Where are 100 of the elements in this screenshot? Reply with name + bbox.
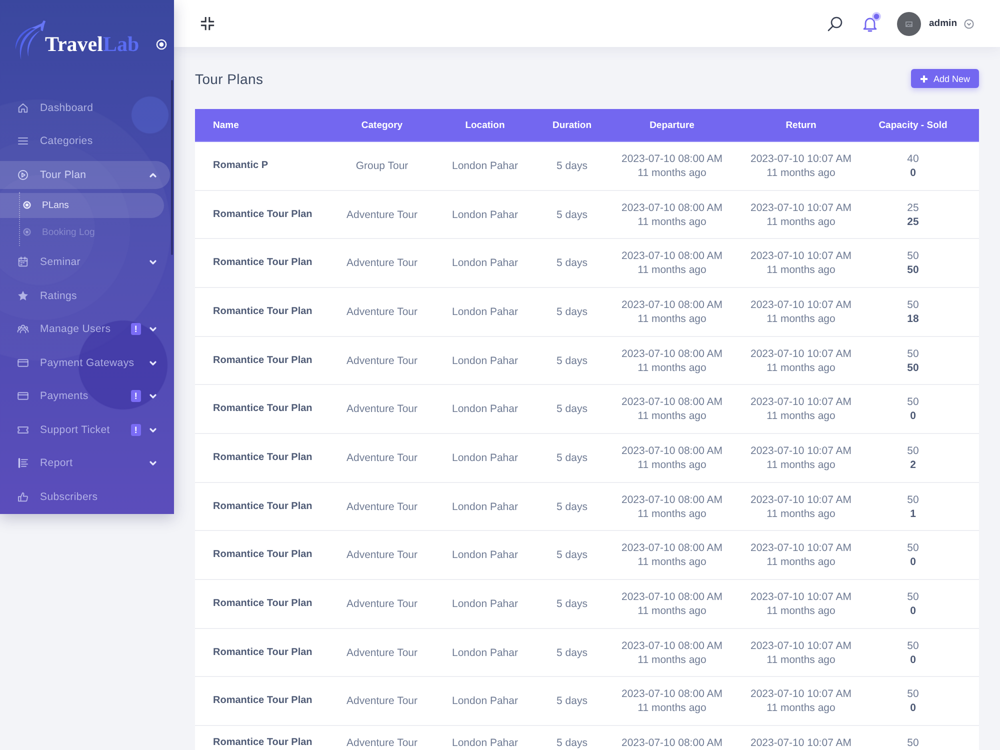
column-header[interactable]: Duration bbox=[537, 120, 607, 130]
plus-icon bbox=[920, 74, 928, 82]
column-header[interactable]: Departure bbox=[607, 120, 737, 130]
table-cell: Romantice Tour Plan bbox=[213, 256, 312, 270]
search-icon[interactable] bbox=[827, 16, 844, 32]
table-cell: London Pahar bbox=[452, 548, 518, 562]
ticket-icon bbox=[17, 424, 29, 436]
date-time-text: 2023-07-10 08:00 AM bbox=[622, 541, 722, 556]
table-cell: Romantice Tour Plan bbox=[213, 694, 312, 708]
sidebar-item[interactable]: Ratings bbox=[0, 282, 170, 310]
avatar[interactable] bbox=[897, 12, 922, 36]
sold-value: 0 bbox=[910, 555, 916, 570]
date-time-text: 2023-07-10 10:07 AM bbox=[750, 541, 852, 556]
table-cell: Romantic P bbox=[213, 159, 268, 173]
date-time-text: 2023-07-10 10:07 AM bbox=[750, 298, 852, 312]
date-time-text: 2023-07-10 10:07 AM bbox=[750, 687, 852, 702]
table-cell: Group Tour bbox=[356, 159, 408, 173]
table-cell: London Pahar bbox=[452, 500, 518, 514]
user-name[interactable]: admin bbox=[929, 18, 957, 29]
sold-value: 0 bbox=[910, 652, 916, 667]
column-header[interactable]: Return bbox=[737, 120, 865, 130]
table-cell: London Pahar bbox=[452, 208, 518, 222]
thumbs-up-icon bbox=[17, 490, 29, 503]
table-cell: 5 days bbox=[556, 646, 588, 660]
capacity-value: 50 bbox=[907, 346, 919, 361]
relative-time-text: 11 months ago bbox=[766, 555, 836, 570]
date-time-text: 2023-07-10 08:00 AM bbox=[622, 638, 722, 653]
sidebar-item[interactable]: Report bbox=[0, 449, 170, 478]
calendar-icon bbox=[17, 256, 29, 268]
capacity-value: 50 bbox=[907, 298, 919, 312]
date-time-text: 2023-07-10 10:07 AM bbox=[750, 346, 852, 361]
collapse-icon[interactable] bbox=[200, 16, 215, 31]
date-time-text: 2023-07-10 08:00 AM bbox=[622, 590, 722, 604]
table-cell: Adventure Tour bbox=[346, 500, 418, 514]
sidebar-item[interactable]: Payment Gateways bbox=[0, 348, 170, 377]
capacity-value: 50 bbox=[907, 492, 919, 507]
date-time-text: 2023-07-10 10:07 AM bbox=[750, 590, 852, 604]
sidebar-item[interactable]: Payments ! bbox=[0, 382, 170, 410]
dot-circle-icon[interactable] bbox=[156, 39, 167, 50]
date-time-text: 2023-07-10 08:00 AM bbox=[622, 492, 722, 507]
relative-time-text: 11 months ago bbox=[638, 312, 706, 326]
column-header[interactable]: Name bbox=[195, 120, 331, 130]
column-header[interactable]: Capacity - Sold bbox=[865, 120, 980, 130]
users-icon bbox=[17, 323, 29, 336]
sidebar-item[interactable]: Dashboard bbox=[0, 94, 170, 122]
sold-value: 1 bbox=[910, 506, 916, 521]
table-cell: 5 days bbox=[556, 304, 588, 319]
table-cell: 5 days bbox=[556, 256, 588, 270]
chevron-circle-icon[interactable] bbox=[964, 18, 974, 28]
card-icon bbox=[17, 356, 29, 369]
column-header[interactable]: Category bbox=[331, 120, 433, 130]
add-new-button[interactable]: Add New bbox=[911, 69, 979, 88]
alert-badge: ! bbox=[131, 424, 141, 436]
relative-time-text: 11 months ago bbox=[766, 360, 836, 375]
table-cell: Romantice Tour Plan bbox=[213, 208, 312, 222]
alert-badge: ! bbox=[131, 323, 141, 336]
date-time-text: 2023-07-10 10:07 AM bbox=[750, 638, 852, 653]
scrollbar-thumb[interactable] bbox=[171, 80, 173, 255]
table-cell: Adventure Tour bbox=[346, 402, 418, 416]
relative-time-text: 11 months ago bbox=[638, 263, 706, 278]
sidebar-item[interactable]: Seminar bbox=[0, 248, 170, 276]
relative-time-text: 11 months ago bbox=[638, 409, 706, 424]
column-header[interactable]: Location bbox=[433, 120, 537, 130]
table-cell: London Pahar bbox=[452, 159, 518, 173]
table-cell: 5 days bbox=[556, 402, 588, 416]
dot-circle-icon bbox=[23, 228, 31, 236]
dot-circle-icon bbox=[23, 201, 31, 209]
sold-value: 18 bbox=[907, 312, 919, 326]
relative-time-text: 11 months ago bbox=[638, 652, 706, 667]
sold-value: 25 bbox=[907, 214, 919, 229]
bell-icon[interactable] bbox=[862, 16, 878, 32]
table-cell: 5 days bbox=[556, 159, 588, 173]
card-icon bbox=[17, 390, 29, 402]
list-icon bbox=[17, 457, 29, 470]
date-time-text: 2023-07-10 08:00 AM bbox=[622, 152, 722, 166]
date-time-text: 2023-07-10 10:07 AM bbox=[750, 395, 852, 410]
home-icon bbox=[17, 102, 29, 114]
date-time-text: 2023-07-10 08:00 AM bbox=[622, 249, 722, 264]
submenu-item[interactable]: PLans bbox=[0, 192, 164, 218]
sold-value: 0 bbox=[910, 604, 916, 618]
sold-value: 2 bbox=[910, 458, 916, 472]
table-cell: 5 days bbox=[556, 354, 588, 368]
sidebar-item[interactable]: Manage Users ! bbox=[0, 315, 170, 344]
table-cell: Romantice Tour Plan bbox=[213, 450, 312, 465]
table-cell: Romantice Tour Plan bbox=[213, 548, 312, 562]
capacity-value: 50 bbox=[907, 736, 919, 750]
sidebar-item[interactable]: Subscribers bbox=[0, 482, 170, 511]
relative-time-text: 11 months ago bbox=[766, 214, 836, 229]
relative-time-text: 11 months ago bbox=[766, 312, 836, 326]
relative-time-text: 11 months ago bbox=[638, 214, 706, 229]
sidebar-item[interactable]: Categories bbox=[0, 127, 170, 156]
table-cell: London Pahar bbox=[452, 402, 518, 416]
sidebar-item[interactable]: Support Ticket ! bbox=[0, 416, 170, 444]
sidebar-item[interactable]: Tour Plan bbox=[0, 160, 170, 189]
table-cell: Adventure Tour bbox=[346, 736, 418, 750]
table-cell: 5 days bbox=[556, 736, 588, 750]
play-circle-icon bbox=[17, 168, 29, 181]
table-cell: London Pahar bbox=[452, 596, 518, 611]
table-cell: Adventure Tour bbox=[346, 450, 418, 465]
relative-time-text: 11 months ago bbox=[638, 506, 706, 521]
